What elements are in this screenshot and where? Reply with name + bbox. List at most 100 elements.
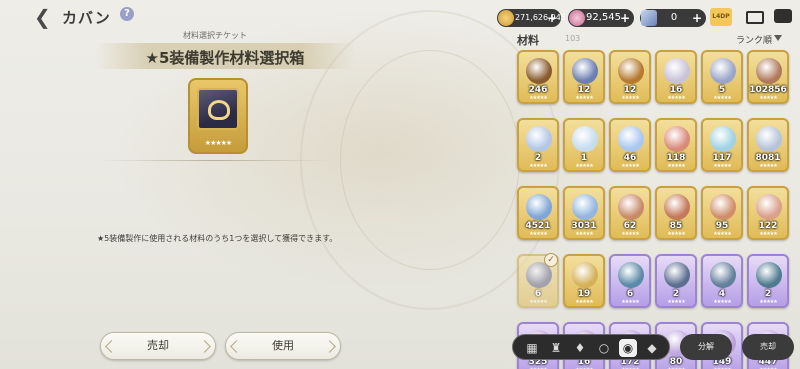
inventory-slot[interactable]: 5 ★★★★★ (701, 50, 743, 104)
inventory-slot[interactable]: 8081 ★★★★★ (747, 118, 789, 172)
material-icon (710, 58, 736, 84)
material-icon (664, 58, 690, 84)
material-icon (618, 58, 644, 84)
slot-quantity: 2 (534, 153, 542, 163)
material-icon (664, 262, 690, 288)
material-icon (572, 126, 598, 152)
item-category: 材料選択チケット (183, 31, 247, 40)
inventory-slot[interactable]: 122 ★★★★★ (747, 186, 789, 240)
material-icon (572, 194, 598, 220)
inventory-slot[interactable]: 2 ★★★★★ (747, 254, 789, 308)
mail-icon[interactable] (746, 11, 764, 24)
helmet-icon[interactable]: ♜ (547, 339, 565, 357)
slot-quantity: 3031 (571, 221, 597, 231)
gem-filter-icon[interactable]: ◆ (643, 339, 661, 357)
decompose-button[interactable]: 分解 (680, 334, 732, 360)
crystal-icon (641, 10, 657, 26)
slot-quantity: 118 (666, 153, 686, 163)
inventory-slot[interactable]: 12 ★★★★★ (563, 50, 605, 104)
slot-quantity: 5 (718, 85, 726, 95)
inventory-slot[interactable]: 102856 ★★★★★ (747, 50, 789, 104)
selected-check-icon: ✓ (544, 253, 558, 267)
material-box-icon (197, 88, 239, 130)
add-crystal-button[interactable]: + (692, 9, 702, 27)
slot-stars: ★★★★★ (759, 163, 777, 169)
add-gem-button[interactable]: + (620, 9, 630, 27)
slot-stars: ★★★★★ (713, 299, 731, 305)
inventory-slot[interactable]: 4521 ★★★★★ (517, 186, 559, 240)
crystal-amount: 0 (670, 12, 678, 23)
back-button[interactable]: ❮ (34, 6, 54, 28)
material-icon (664, 126, 690, 152)
chevron-left-icon: ❮ (34, 5, 51, 29)
inventory-slot[interactable]: 3031 ★★★★★ (563, 186, 605, 240)
sell-button[interactable]: 売却 (100, 332, 216, 360)
bulk-sell-button[interactable]: 売却 (742, 334, 794, 360)
slot-quantity: 102856 (749, 85, 787, 95)
material-filter-icon[interactable]: ◉ (619, 339, 637, 357)
selected-item-icon: ★★★★★ (188, 78, 248, 154)
material-icon (572, 58, 598, 84)
slot-stars: ★★★★★ (529, 231, 547, 237)
add-gold-button[interactable]: + (547, 9, 557, 27)
slot-stars: ★★★★★ (575, 95, 593, 101)
slot-quantity: 4521 (525, 221, 551, 231)
slot-stars: ★★★★★ (667, 95, 685, 101)
gold-currency: 271,626,945 + (497, 9, 566, 27)
inventory-slot[interactable]: 2 ★★★★★ (655, 254, 697, 308)
inventory-slot[interactable]: 85 ★★★★★ (655, 186, 697, 240)
gem-icon (569, 10, 585, 26)
inventory-slot[interactable]: 118 ★★★★★ (655, 118, 697, 172)
material-icon (526, 194, 552, 220)
chat-icon[interactable] (774, 9, 792, 23)
inventory-screen: ❮ カバン ? 271,626,945 + 92,545 + 0 + L4DP … (0, 0, 800, 369)
item-description: ★5装備製作に使用される材料のうち1つを選択して獲得できます。 (97, 234, 338, 243)
slot-stars: ★★★★★ (621, 231, 639, 237)
inventory-slot[interactable]: 62 ★★★★★ (609, 186, 651, 240)
gem-amount: 92,545 (586, 12, 621, 23)
slot-stars: ★★★★★ (759, 231, 777, 237)
slot-quantity: 12 (577, 85, 591, 95)
inventory-slot[interactable]: 12 ★★★★★ (609, 50, 651, 104)
inventory-slot[interactable]: 117 ★★★★★ (701, 118, 743, 172)
inventory-slot[interactable]: 95 ★★★★★ (701, 186, 743, 240)
slot-stars: ★★★★★ (529, 299, 547, 305)
inventory-slot[interactable]: 1 ★★★★★ (563, 118, 605, 172)
slot-stars: ★★★★★ (667, 231, 685, 237)
gold-amount: 271,626,945 (515, 13, 566, 22)
slot-quantity: 19 (577, 289, 591, 299)
slot-stars: ★★★★★ (713, 163, 731, 169)
slot-stars: ★★★★★ (575, 163, 593, 169)
armor-icon[interactable]: ♦ (571, 339, 589, 357)
inventory-slot[interactable]: 246 ★★★★★ (517, 50, 559, 104)
slot-quantity: 1 (580, 153, 588, 163)
ticket-icon[interactable]: L4DP (710, 8, 732, 26)
slot-quantity: 8081 (755, 153, 781, 163)
inventory-slot[interactable]: 4 ★★★★★ (701, 254, 743, 308)
page-title: カバン (62, 9, 111, 27)
slot-quantity: 62 (623, 221, 637, 231)
slot-quantity: 95 (715, 221, 729, 231)
grid-icon[interactable]: ▦ (523, 339, 541, 357)
material-icon (756, 262, 782, 288)
inventory-slot[interactable]: 6 ★★★★★ (609, 254, 651, 308)
help-icon[interactable]: ? (120, 7, 134, 21)
sort-arrow-icon[interactable] (774, 35, 782, 41)
sort-dropdown[interactable]: ランク順 (736, 33, 772, 46)
ring-icon[interactable]: ○ (595, 339, 613, 357)
slot-quantity: 4 (718, 289, 726, 299)
material-icon (664, 194, 690, 220)
inventory-slot[interactable]: 19 ★★★★★ (563, 254, 605, 308)
slot-stars: ★★★★★ (529, 95, 547, 101)
tab-materials[interactable]: 材料 (517, 32, 539, 48)
inventory-slot[interactable]: 16★★★★★ (655, 50, 697, 104)
slot-stars: ★★★★★ (667, 299, 685, 305)
filter-toolbar: ▦ ♜ ♦ ○ ◉ ◆ (512, 334, 670, 360)
material-icon (526, 58, 552, 84)
slot-quantity: 12 (623, 85, 637, 95)
inventory-slot[interactable]: 2 ★★★★★ (517, 118, 559, 172)
use-button[interactable]: 使用 (225, 332, 341, 360)
slot-stars: ★★★★★ (759, 299, 777, 305)
inventory-slot[interactable]: 46 ★★★★★ (609, 118, 651, 172)
slot-quantity: 246 (528, 85, 548, 95)
